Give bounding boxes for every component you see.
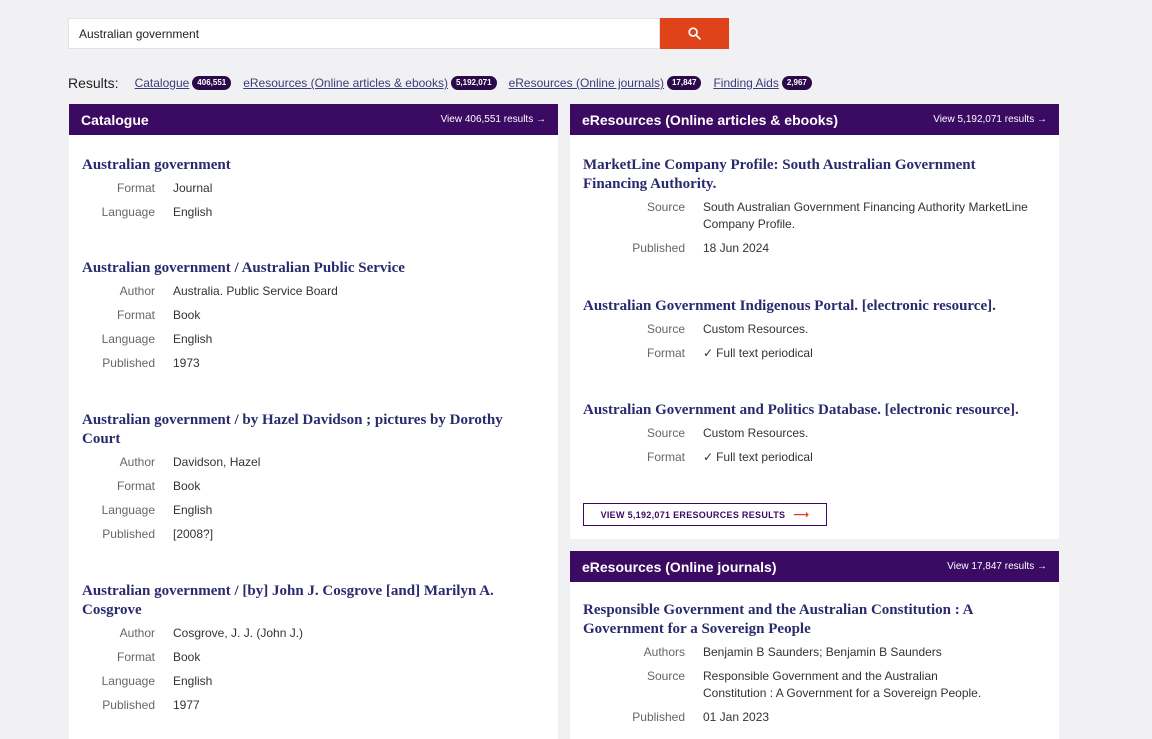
catalogue-panel: Catalogue View 406,551 results → Austral… (69, 104, 558, 739)
author-value: Davidson, Hazel (173, 455, 261, 469)
format-label: Format (116, 181, 155, 195)
eresources-panel-header: eResources (Online articles & ebooks) Vi… (570, 104, 1059, 135)
format-label: Format (116, 308, 155, 322)
authors-value: Benjamin B Saunders; Benjamin B Saunders (703, 645, 942, 659)
author-label: Author (119, 455, 155, 469)
result-title-link[interactable]: Responsible Government and the Australia… (583, 601, 999, 639)
results-label: Results: (68, 75, 119, 91)
result-item: Australian government Format Journal Lang… (69, 156, 558, 221)
format-value: Journal (173, 181, 213, 195)
panel-title: Catalogue (81, 111, 149, 128)
source-label: Source (646, 322, 685, 336)
catalogue-panel-header: Catalogue View 406,551 results → (69, 104, 558, 135)
language-label: Language (101, 503, 155, 517)
result-item: Australian government / Australian Publi… (69, 259, 558, 372)
results-summary: Results: Catalogue 406,551 eResources (O… (68, 73, 824, 93)
source-label: Source (646, 669, 685, 683)
language-value: English (173, 332, 213, 346)
arrow-right-icon: ⟶ (793, 509, 810, 521)
format-label: Format (116, 650, 155, 664)
source-value: Custom Resources. (703, 322, 809, 336)
author-label: Author (119, 284, 155, 298)
result-title-link[interactable]: Australian government (82, 156, 558, 175)
eresources-articles-panel: eResources (Online articles & ebooks) Vi… (570, 104, 1059, 539)
result-item: Australian Government and Politics Datab… (570, 401, 1059, 466)
author-value: Cosgrove, J. J. (John J.) (173, 626, 304, 640)
result-item: MarketLine Company Profile: South Austra… (570, 156, 1059, 257)
language-value: English (173, 674, 213, 688)
count-badge: 2,967 (781, 76, 812, 90)
format-value: Full text periodical (716, 346, 813, 360)
published-value: 1973 (173, 356, 200, 370)
view-all-link[interactable]: View 5,192,071 results → (933, 114, 1047, 125)
view-all-link[interactable]: View 17,847 results → (947, 561, 1047, 572)
format-value: Book (173, 308, 201, 322)
result-item: Australian Government Indigenous Portal.… (570, 297, 1059, 362)
panel-title: eResources (Online articles & ebooks) (582, 111, 838, 128)
format-value: Book (173, 479, 201, 493)
published-value: [2008?] (173, 527, 214, 541)
language-label: Language (101, 205, 155, 219)
result-item: Responsible Government and the Australia… (570, 601, 1059, 726)
result-item: Australian government / by Hazel Davidso… (69, 411, 558, 543)
search-input[interactable] (68, 18, 660, 49)
check-icon: ✓ (703, 450, 714, 464)
source-value: Custom Resources. (703, 426, 809, 440)
published-value: 18 Jun 2024 (703, 241, 770, 255)
language-label: Language (101, 674, 155, 688)
journals-panel-header: eResources (Online journals) View 17,847… (570, 551, 1059, 582)
result-title-link[interactable]: Australian Government and Politics Datab… (583, 401, 1059, 420)
published-label: Published (632, 241, 685, 255)
format-value: Book (173, 650, 201, 664)
result-title-link[interactable]: MarketLine Company Profile: South Austra… (583, 156, 999, 194)
count-badge: 17,847 (666, 76, 702, 90)
view-all-link[interactable]: View 406,551 results → (441, 114, 546, 125)
language-value: English (173, 503, 213, 517)
published-label: Published (102, 527, 155, 541)
authors-label: Authors (643, 645, 685, 659)
count-badge: 5,192,071 (450, 76, 497, 90)
source-label: Source (646, 426, 685, 440)
search-button[interactable] (660, 18, 729, 49)
results-link-eresources-journals[interactable]: eResources (Online journals) (509, 76, 664, 90)
published-label: Published (632, 710, 685, 724)
result-title-link[interactable]: Australian Government Indigenous Portal.… (583, 297, 1059, 316)
result-title-link[interactable]: Australian government / by Hazel Davidso… (82, 411, 528, 449)
view-eresources-results-button[interactable]: VIEW 5,192,071 ERESOURCES RESULTS ⟶ (583, 503, 827, 526)
count-badge: 406,551 (192, 76, 232, 90)
published-label: Published (102, 698, 155, 712)
results-link-catalogue[interactable]: Catalogue (135, 76, 190, 90)
button-label: VIEW 5,192,071 ERESOURCES RESULTS (600, 509, 786, 520)
source-label: Source (646, 200, 685, 214)
author-value: Australia. Public Service Board (173, 284, 338, 298)
result-title-link[interactable]: Australian government / Australian Publi… (82, 259, 558, 278)
search-icon (688, 27, 701, 40)
language-label: Language (101, 332, 155, 346)
result-title-link[interactable]: Australian government / [by] John J. Cos… (82, 582, 528, 620)
source-value: South Australian Government Financing Au… (703, 200, 1028, 231)
search-bar (68, 18, 729, 49)
source-value: Responsible Government and the Australia… (703, 669, 982, 700)
check-icon: ✓ (703, 346, 714, 360)
published-value: 01 Jan 2023 (703, 710, 770, 724)
eresources-journals-panel: eResources (Online journals) View 17,847… (570, 551, 1059, 739)
published-value: 1977 (173, 698, 200, 712)
format-value: Full text periodical (716, 450, 813, 464)
result-item: Australian government / [by] John J. Cos… (69, 582, 558, 714)
panel-title: eResources (Online journals) (582, 558, 777, 575)
results-link-eresources-articles[interactable]: eResources (Online articles & ebooks) (243, 76, 448, 90)
results-link-finding-aids[interactable]: Finding Aids (713, 76, 778, 90)
format-label: Format (646, 346, 685, 360)
published-label: Published (102, 356, 155, 370)
author-label: Author (119, 626, 155, 640)
format-label: Format (116, 479, 155, 493)
language-value: English (173, 205, 213, 219)
format-label: Format (646, 450, 685, 464)
